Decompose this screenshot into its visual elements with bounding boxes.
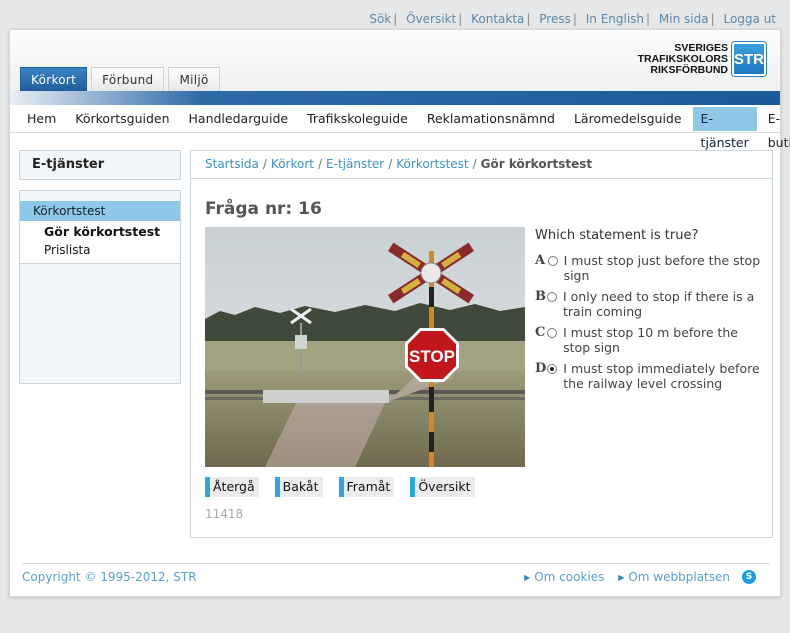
util-link-english[interactable]: In English: [586, 12, 644, 26]
nav-korkortsguiden[interactable]: Körkortsguiden: [67, 107, 177, 131]
option-text: I only need to stop if there is a train …: [563, 289, 755, 319]
utility-nav: Sök | Översikt | Kontakta | Press | In Engli…: [369, 12, 776, 26]
skype-icon[interactable]: S: [742, 570, 756, 584]
nav-e-tjanster[interactable]: E-tjänster: [692, 106, 757, 150]
option-text: I must stop just before the stop sign: [563, 253, 761, 283]
breadcrumb-separator: /: [388, 157, 393, 171]
breadcrumb-separator: /: [472, 157, 477, 171]
logo-line-2: TRAFIKSKOLORS: [637, 52, 728, 65]
option-radio[interactable]: [547, 256, 558, 266]
breadcrumb: Startsida / Körkort / E-tjänster / Körkortstes…: [191, 151, 772, 179]
logo-text: SVERIGES TRAFIKSKOLORS RIKSFÖRBUND: [637, 41, 728, 76]
copyright: Copyright © 1995-2012, STR: [22, 570, 197, 584]
main-nav: Hem Körkortsguiden Handledarguide Trafik…: [10, 105, 790, 150]
separator: |: [458, 12, 463, 26]
back-to-start-button[interactable]: Återgå: [205, 477, 259, 497]
sidebar-title: E-tjänster: [19, 150, 181, 180]
footer-link-about-site[interactable]: Om webbplatsen: [628, 570, 730, 584]
option-letter: C: [535, 325, 546, 340]
option-c[interactable]: C I must stop 10 m before the stop sign: [535, 325, 765, 355]
util-link-overview[interactable]: Översikt: [406, 12, 456, 26]
breadcrumb-e-tjanster[interactable]: E-tjänster: [326, 157, 384, 171]
overview-button[interactable]: Översikt: [410, 477, 475, 497]
option-d[interactable]: D I must stop immediately before the rai…: [535, 361, 765, 391]
option-b[interactable]: B I only need to stop if there is a trai…: [535, 289, 765, 319]
util-link-contact[interactable]: Kontakta: [471, 12, 524, 26]
logo-line-1: SVERIGES: [674, 41, 728, 54]
option-radio-selected[interactable]: [547, 364, 558, 374]
section-tabs: Körkort Förbund Miljö: [20, 67, 220, 91]
util-link-logout[interactable]: Logga ut: [723, 12, 776, 26]
sidebar-subitem-prislista[interactable]: Prislista: [44, 241, 180, 259]
separator: |: [710, 12, 715, 26]
separator: |: [526, 12, 531, 26]
tab-korkort[interactable]: Körkort: [20, 67, 88, 91]
separator: |: [393, 12, 398, 26]
option-text: I must stop 10 m before the stop sign: [563, 325, 739, 355]
footer: Copyright © 1995-2012, STR ▶ Om cookies ▶…: [22, 563, 770, 588]
option-radio[interactable]: [547, 292, 557, 302]
logo-line-3: RIKSFÖRBUND: [650, 63, 728, 76]
question-text: Which statement is true?: [535, 228, 699, 243]
option-letter: A: [535, 253, 546, 268]
nav-handledarguide[interactable]: Handledarguide: [181, 107, 297, 131]
next-button[interactable]: Framåt: [338, 477, 395, 497]
breadcrumb-current: Gör körkortstest: [480, 157, 593, 171]
stop-sign-text: STOP: [409, 347, 455, 366]
railway-crossing-illustration: STOP: [205, 227, 525, 467]
answer-options: A I must stop just before the stop sign …: [535, 253, 765, 397]
sidebar-item-korkortstest[interactable]: Körkortstest: [20, 201, 180, 221]
option-letter: D: [535, 361, 547, 376]
option-letter: B: [535, 289, 546, 304]
option-radio[interactable]: [547, 328, 558, 338]
breadcrumb-korkort[interactable]: Körkort: [271, 157, 314, 171]
str-logo[interactable]: SVERIGES TRAFIKSKOLORS RIKSFÖRBUND STR: [638, 42, 766, 76]
nav-hem[interactable]: Hem: [19, 107, 64, 131]
separator: |: [646, 12, 651, 26]
question-image: STOP: [205, 227, 525, 467]
nav-laromedelsguide[interactable]: Läromedelsguide: [566, 107, 690, 131]
tab-forbund[interactable]: Förbund: [91, 67, 165, 91]
option-text: I must stop immediately before the railw…: [563, 361, 760, 391]
nav-reklamationsnamnd[interactable]: Reklamationsnämnd: [419, 107, 563, 131]
bullet-icon: ▶: [524, 573, 531, 582]
brand-bar: [10, 91, 780, 105]
sidebar-subitem-gor-korkortstest[interactable]: Gör körkortstest: [44, 223, 180, 241]
main-content: Startsida / Körkort / E-tjänster / Körkortstes…: [190, 150, 773, 538]
page-frame: Körkort Förbund Miljö SVERIGES TRAFIKSKO…: [9, 29, 790, 597]
tab-miljo[interactable]: Miljö: [168, 67, 220, 91]
nav-e-butik[interactable]: E-butik: [760, 107, 790, 150]
util-link-search[interactable]: Sök: [369, 12, 391, 26]
breadcrumb-startsida[interactable]: Startsida: [205, 157, 259, 171]
breadcrumb-separator: /: [262, 157, 267, 171]
nav-trafikskoleguide[interactable]: Trafikskoleguide: [299, 107, 416, 131]
quiz-nav: Återgå Bakåt Framåt Översikt: [205, 477, 491, 497]
footer-links: ▶ Om cookies ▶ Om webbplatsen: [514, 564, 730, 591]
previous-button[interactable]: Bakåt: [274, 477, 323, 497]
footer-link-cookies[interactable]: Om cookies: [534, 570, 604, 584]
separator: |: [572, 12, 577, 26]
breadcrumb-korkortstest[interactable]: Körkortstest: [396, 157, 468, 171]
sidebar-menu: Körkortstest Gör körkortstest Prislista: [19, 190, 181, 384]
option-a[interactable]: A I must stop just before the stop sign: [535, 253, 765, 283]
util-link-press[interactable]: Press: [539, 12, 571, 26]
sidebar-submenu: Gör körkortstest Prislista: [20, 221, 180, 264]
breadcrumb-separator: /: [317, 157, 323, 171]
bullet-icon: ▶: [618, 573, 625, 582]
question-code: 11418: [205, 507, 244, 521]
util-link-my-page[interactable]: Min sida: [659, 12, 709, 26]
sidebar: E-tjänster Körkortstest Gör körkortstest…: [19, 150, 181, 384]
logo-mark: STR: [732, 42, 766, 76]
question-title: Fråga nr: 16: [205, 199, 322, 219]
header: Körkort Förbund Miljö SVERIGES TRAFIKSKO…: [10, 30, 780, 91]
